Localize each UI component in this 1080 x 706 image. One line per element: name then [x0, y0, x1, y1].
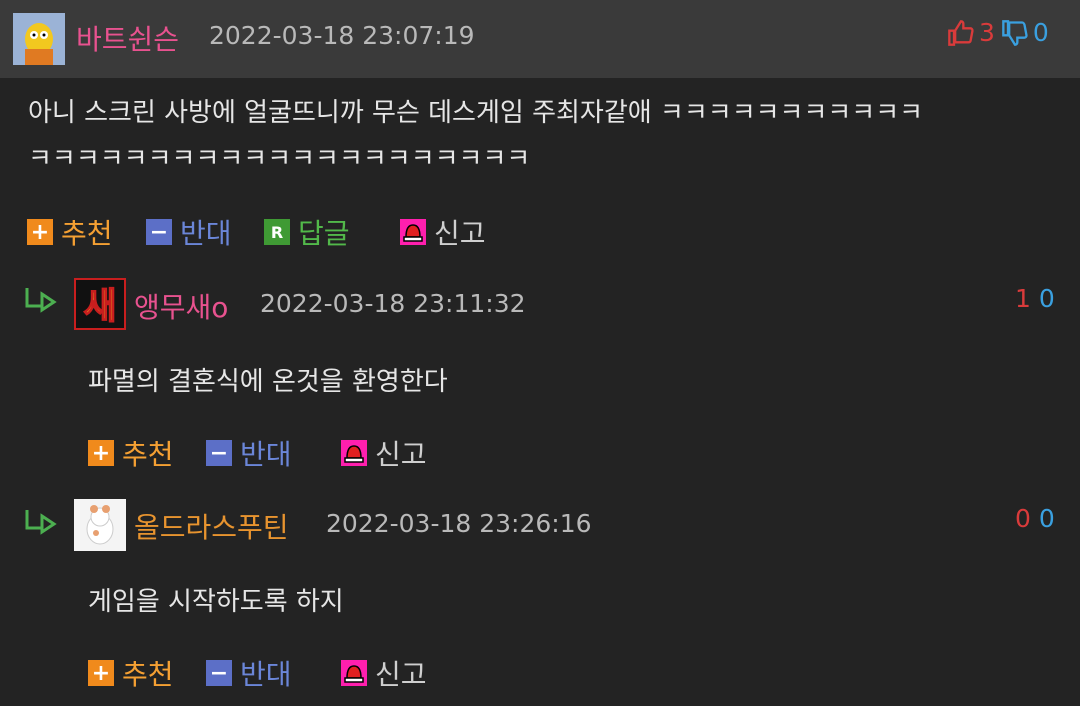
downvote-label: 반대	[240, 438, 292, 471]
report-button[interactable]: 신고	[341, 653, 427, 693]
reply-body: 파멸의 결혼식에 온것을 환영한다	[88, 367, 448, 397]
upvote-button[interactable]: + 추천	[88, 433, 174, 473]
reply-icon: R	[264, 219, 290, 245]
username[interactable]: 앵무새o	[134, 286, 228, 326]
report-button[interactable]: 신고	[341, 433, 427, 473]
downvote-button[interactable]: − 반대	[206, 433, 292, 473]
vote-counts: 1 0	[1015, 284, 1055, 313]
downvote-count: 0	[1032, 18, 1049, 47]
minus-icon: −	[146, 219, 172, 245]
upvote-button[interactable]: + 추천	[27, 212, 113, 252]
reply-label: 답글	[298, 217, 350, 250]
reply-body: 게임을 시작하도록 하지	[88, 587, 344, 617]
thumbs-up-icon	[948, 19, 974, 46]
avatar[interactable]	[13, 13, 65, 65]
thumbs-down-icon	[1002, 19, 1028, 46]
report-label: 신고	[375, 438, 427, 471]
plus-icon: +	[88, 660, 114, 686]
upvote-button[interactable]: + 추천	[88, 653, 174, 693]
minus-icon: −	[206, 440, 232, 466]
minus-icon: −	[206, 660, 232, 686]
username[interactable]: 올드라스푸틴	[134, 506, 289, 546]
avatar[interactable]	[74, 499, 126, 551]
comment-body-line: ㅋㅋㅋㅋㅋㅋㅋㅋㅋㅋㅋㅋㅋㅋㅋㅋㅋㅋㅋㅋㅋ	[28, 144, 531, 174]
report-label: 신고	[434, 217, 486, 250]
avatar-text: 새	[83, 286, 116, 327]
reply-timestamp: 2022-03-18 23:26:16	[326, 509, 592, 538]
upvote-count: 0	[1015, 504, 1031, 533]
report-label: 신고	[375, 658, 427, 691]
reply-timestamp: 2022-03-18 23:11:32	[260, 289, 526, 318]
vote-counts: 0 0	[1015, 504, 1055, 533]
plus-icon: +	[27, 219, 53, 245]
upvote-count: 3	[979, 18, 995, 47]
reply-arrow-icon	[25, 510, 57, 535]
avatar[interactable]: 새	[74, 278, 126, 330]
downvote-count: 0	[1038, 284, 1055, 313]
comment-timestamp: 2022-03-18 23:07:19	[209, 21, 475, 50]
downvote-label: 반대	[180, 217, 232, 250]
upvote-label: 추천	[122, 658, 174, 691]
vote-counts: 3 0	[947, 18, 1049, 47]
downvote-button[interactable]: − 반대	[146, 212, 232, 252]
downvote-label: 반대	[240, 658, 292, 691]
downvote-button[interactable]: − 반대	[206, 653, 292, 693]
downvote-count: 0	[1038, 504, 1055, 533]
comment-body-line: 아니 스크린 사방에 얼굴뜨니까 무슨 데스게임 주최자같애 ㅋㅋㅋㅋㅋㅋㅋㅋㅋ…	[28, 98, 924, 128]
reply-button[interactable]: R 답글	[264, 212, 350, 252]
reply-arrow-icon	[25, 288, 57, 313]
upvote-count: 1	[1015, 284, 1031, 313]
upvote-label: 추천	[122, 438, 174, 471]
upvote-label: 추천	[61, 217, 113, 250]
siren-icon	[400, 219, 426, 245]
comment-header: 바트쉰슨 2022-03-18 23:07:19 3 0	[0, 0, 1080, 78]
siren-icon	[341, 660, 367, 686]
plus-icon: +	[88, 440, 114, 466]
username[interactable]: 바트쉰슨	[76, 18, 179, 58]
siren-icon	[341, 440, 367, 466]
report-button[interactable]: 신고	[400, 212, 486, 252]
